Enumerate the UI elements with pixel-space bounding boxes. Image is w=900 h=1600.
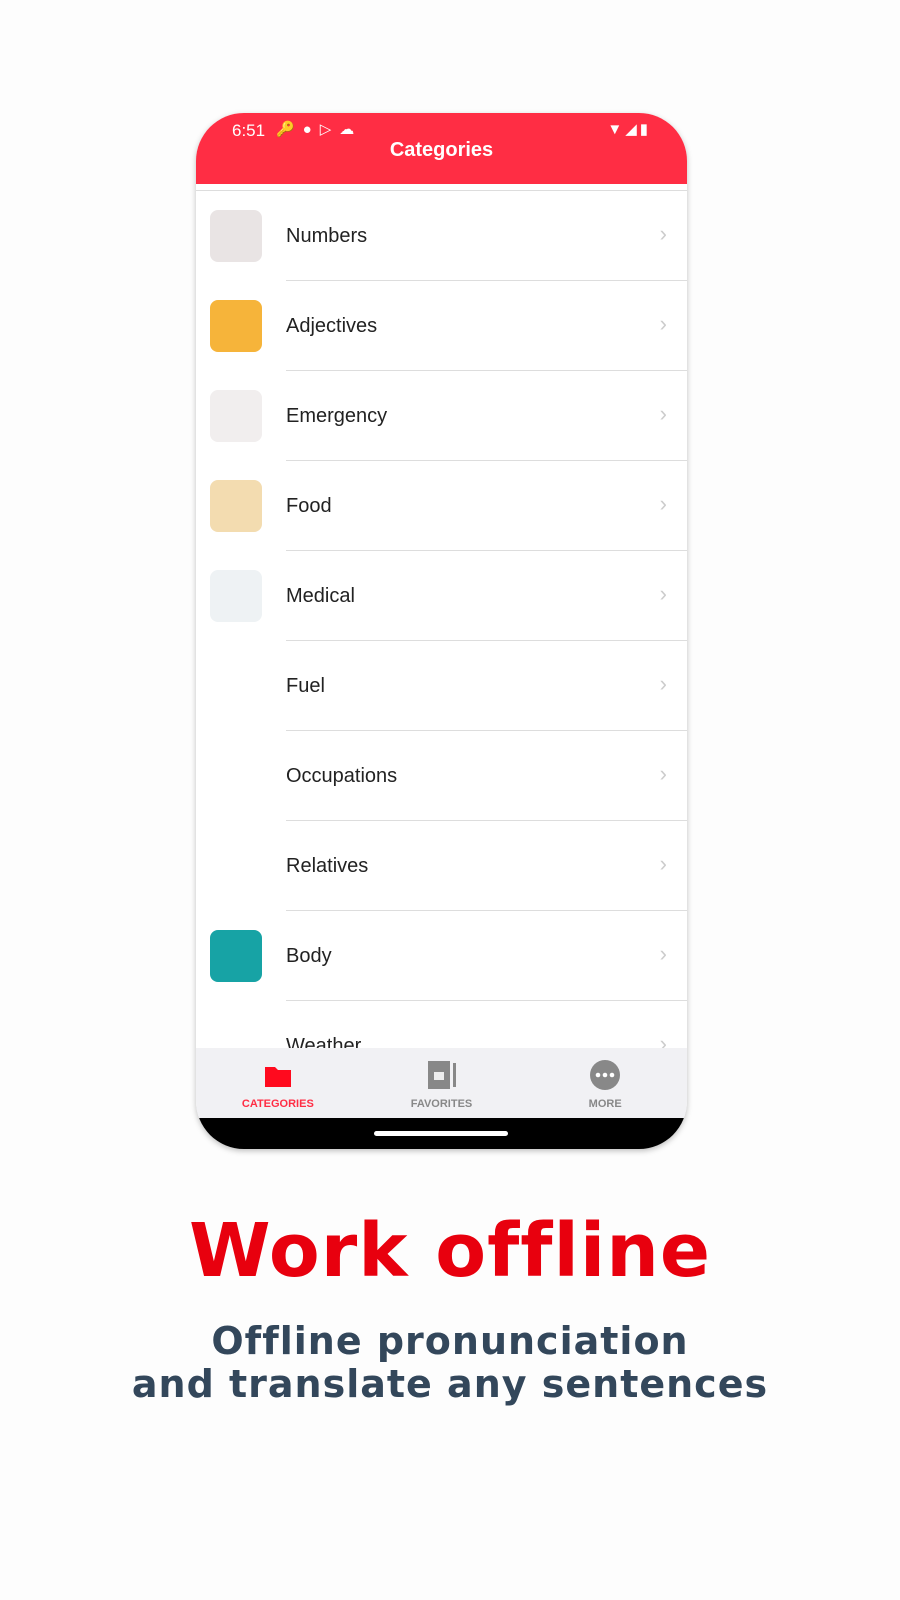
category-row[interactable]: Numbers › (196, 191, 687, 281)
category-label: Body (286, 945, 332, 967)
tab-favorites[interactable]: FAVORITES (360, 1048, 524, 1118)
category-image-icon (210, 210, 262, 262)
chevron-right-icon: › (659, 491, 667, 516)
category-row[interactable]: Food › (196, 461, 687, 551)
category-image-icon (210, 660, 262, 712)
category-image-icon (210, 570, 262, 622)
tab-label: CATEGORIES (241, 1098, 314, 1110)
category-image-icon (210, 1020, 262, 1048)
category-image-icon (210, 390, 262, 442)
category-label: Medical (286, 585, 355, 607)
category-label: Emergency (286, 405, 388, 427)
more-icon (523, 1060, 687, 1090)
category-row[interactable]: Body › (196, 911, 687, 1001)
chevron-right-icon: › (659, 311, 667, 336)
tab-label: FAVORITES (410, 1098, 473, 1110)
folder-icon (196, 1060, 360, 1090)
chevron-right-icon: › (659, 851, 667, 876)
navigation-bar (196, 1118, 687, 1149)
favorites-icon (360, 1060, 524, 1090)
chevron-right-icon: › (659, 581, 667, 606)
status-time: 6:51 (232, 121, 266, 140)
tab-more[interactable]: MORE (523, 1048, 687, 1118)
tab-label: MORE (588, 1098, 622, 1110)
chevron-right-icon: › (659, 671, 667, 696)
category-list[interactable]: Numbers › Adjectives › Emergency › Food … (196, 190, 687, 1048)
category-label: Adjectives (286, 315, 378, 337)
category-label: Food (286, 495, 332, 517)
promo-subtitle-line: Offline pronunciation (211, 1319, 689, 1363)
chevron-right-icon: › (659, 401, 667, 426)
promo-subtitle-line: and translate any sentences (131, 1362, 769, 1406)
promo-subtitle: Offline pronunciation and translate any … (0, 1320, 900, 1406)
category-row[interactable]: Adjectives › (196, 281, 687, 371)
category-image-icon (210, 930, 262, 982)
category-row[interactable]: Relatives › (196, 821, 687, 911)
tab-categories[interactable]: CATEGORIES (196, 1048, 360, 1118)
category-label: Relatives (286, 855, 369, 877)
category-label: Fuel (286, 675, 325, 697)
category-image-icon (210, 840, 262, 892)
category-row[interactable]: Medical › (196, 551, 687, 641)
category-row[interactable]: Weather › (196, 1001, 687, 1048)
wifi-signal-battery-icons: ▼◢▮ (607, 121, 651, 138)
promo-title: Work offline (188, 1208, 712, 1294)
chevron-right-icon: › (659, 1031, 667, 1048)
category-image-icon (210, 750, 262, 802)
chevron-right-icon: › (659, 221, 667, 246)
chevron-right-icon: › (659, 761, 667, 786)
category-row[interactable]: Occupations › (196, 731, 687, 821)
app-header: 6:51 🔑●▷☁ ▼◢▮ Categories (196, 113, 687, 184)
category-label: Numbers (286, 225, 368, 247)
bottom-tab-bar: CATEGORIES FAVORITES MORE (196, 1048, 687, 1118)
notification-icons: 🔑●▷☁ (276, 121, 363, 138)
category-row[interactable]: Fuel › (196, 641, 687, 731)
category-label: Weather (286, 1035, 362, 1048)
category-label: Occupations (286, 765, 398, 787)
page-title: Categories (389, 139, 494, 161)
phone-frame: 6:51 🔑●▷☁ ▼◢▮ Categories Numbers › Adjec… (196, 113, 687, 1149)
category-image-icon (210, 300, 262, 352)
category-image-icon (210, 480, 262, 532)
home-indicator[interactable] (374, 1131, 508, 1136)
chevron-right-icon: › (659, 941, 667, 966)
category-row[interactable]: Emergency › (196, 371, 687, 461)
